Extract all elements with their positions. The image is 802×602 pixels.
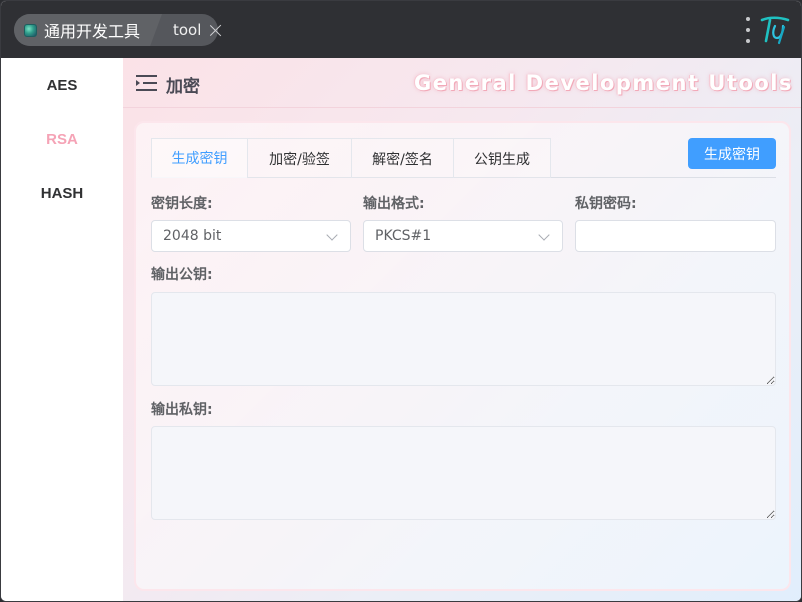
key-length-label: 密钥长度:: [151, 196, 213, 212]
title-bar: 通用开发工具 tool: [1, 1, 801, 58]
tab-encrypt-verify[interactable]: 加密/验签: [247, 138, 352, 178]
tab-bar: 生成密钥 加密/验签 解密/签名 公钥生成: [151, 138, 776, 178]
generate-key-button[interactable]: 生成密钥: [688, 138, 776, 169]
public-key-output[interactable]: [151, 292, 776, 386]
private-key-label: 输出私钥:: [151, 402, 213, 418]
sidebar-item-hash[interactable]: HASH: [1, 166, 123, 220]
app-icon: [24, 23, 37, 37]
key-length-value: 2048 bit: [163, 228, 222, 244]
close-icon[interactable]: [209, 24, 218, 37]
breadcrumb: 通用开发工具 tool: [14, 14, 218, 46]
sidebar-item-rsa[interactable]: RSA: [1, 112, 123, 166]
dot: [746, 28, 750, 32]
private-key-output[interactable]: [151, 426, 776, 520]
banner-text: General Development Utools: [413, 71, 793, 95]
private-password-label: 私钥密码:: [575, 196, 637, 212]
page-header: 加密 General Development Utools: [123, 58, 801, 108]
tab-public-key-gen[interactable]: 公钥生成: [453, 138, 551, 178]
chevron-down-icon: [326, 229, 338, 241]
output-format-label: 输出格式:: [363, 196, 425, 212]
sidebar: AES RSA HASH: [1, 58, 123, 601]
tab-decrypt-sign[interactable]: 解密/签名: [351, 138, 454, 178]
logo-icon: [760, 16, 790, 45]
menu-fold-icon[interactable]: [136, 75, 157, 91]
page-title: 加密: [166, 77, 200, 97]
content-card: 生成密钥 加密/验签 解密/签名 公钥生成 生成密钥 密钥长度: 输出格式: 私…: [134, 121, 791, 591]
sidebar-item-aes[interactable]: AES: [1, 58, 123, 112]
dot: [746, 17, 750, 21]
key-length-select[interactable]: 2048 bit: [151, 220, 351, 252]
output-format-select[interactable]: PKCS#1: [363, 220, 563, 252]
app-window: 通用开发工具 tool AES RSA HASH 加密 General Deve…: [0, 0, 802, 602]
private-password-input[interactable]: [575, 220, 776, 252]
tool-tab-label: tool: [173, 21, 202, 39]
breadcrumb-tool[interactable]: tool: [160, 14, 218, 46]
tab-generate-key[interactable]: 生成密钥: [151, 138, 248, 178]
app-title: 通用开发工具: [44, 22, 141, 41]
output-format-value: PKCS#1: [375, 228, 432, 244]
main-panel: 加密 General Development Utools 生成密钥 加密/验签…: [123, 58, 801, 601]
breadcrumb-app[interactable]: 通用开发工具: [14, 14, 162, 46]
public-key-label: 输出公钥:: [151, 267, 213, 283]
chevron-down-icon: [538, 229, 550, 241]
more-menu-icon[interactable]: [744, 17, 752, 43]
dot: [746, 39, 750, 43]
